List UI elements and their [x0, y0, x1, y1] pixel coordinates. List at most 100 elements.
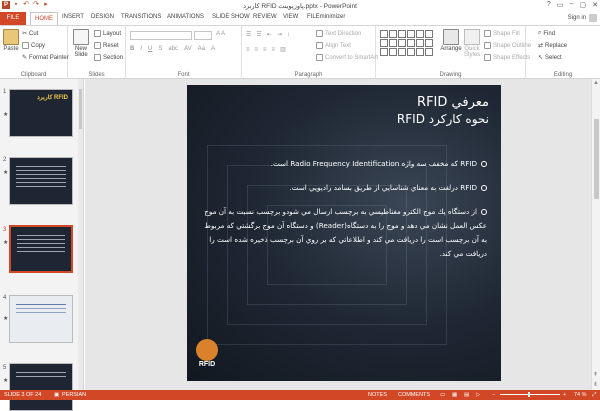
align-text-button[interactable]: Align Text [316, 42, 351, 49]
font-size-buttons[interactable]: A A [216, 31, 225, 37]
shape-icon[interactable] [407, 30, 415, 38]
shape-icon[interactable] [398, 30, 406, 38]
zoom-level[interactable]: 74 % [574, 392, 587, 398]
tab-view[interactable]: VIEW [283, 14, 298, 20]
new-slide-button[interactable]: New Slide [70, 29, 92, 58]
scrollbar-thumb[interactable] [79, 89, 82, 129]
arrange-button[interactable]: Arrange [440, 29, 462, 52]
notes-button[interactable]: NOTES [368, 392, 387, 398]
shape-icon[interactable] [416, 48, 424, 56]
transition-star-icon: ★ [3, 112, 9, 118]
slide-thumbnail-3[interactable] [9, 225, 73, 273]
language-indicator[interactable]: PERSIAN [62, 392, 86, 398]
shape-effects-button[interactable]: Shape Effects [484, 54, 530, 61]
close-button[interactable]: ✕ [592, 1, 598, 9]
copy-button[interactable]: Copy [22, 42, 45, 49]
fit-slide-icon[interactable]: ⤢ [592, 392, 596, 399]
avatar[interactable] [589, 14, 597, 22]
slide-bullet-2[interactable]: RFID درلغت به معناي شناسايي از طريق بسام… [201, 181, 487, 195]
format-painter-button[interactable]: ✎ Format Painter [22, 54, 69, 62]
shape-outline-button[interactable]: Shape Outline [484, 42, 531, 49]
tab-review[interactable]: REVIEW [253, 14, 277, 20]
reset-button[interactable]: Reset [94, 42, 119, 49]
alignment-buttons[interactable]: ≡ ≡ ≡ ≡ ▥ [246, 46, 286, 54]
shape-icon[interactable] [416, 39, 424, 47]
smartart-button[interactable]: Convert to SmartArt [316, 54, 378, 61]
tab-home[interactable]: HOME [30, 12, 58, 25]
shape-icon[interactable] [389, 30, 397, 38]
scrollbar-thumb[interactable] [594, 119, 599, 199]
spelling-icon[interactable]: ▣ [54, 392, 59, 398]
thumbnail-scrollbar[interactable] [78, 79, 83, 390]
minimize-button[interactable]: − [569, 1, 573, 9]
current-slide[interactable]: معرفي RFID نحوه كاركرد RFID RFID که مخفف… [187, 85, 501, 381]
tab-design[interactable]: DESIGN [91, 14, 114, 20]
maximize-button[interactable]: ▢ [580, 1, 587, 9]
slide-position: SLIDE 3 OF 24 [4, 392, 42, 398]
tab-insert[interactable]: INSERT [62, 14, 84, 20]
list-buttons[interactable]: ☰ ☰ ⇤ ⇥ ↕ [246, 31, 290, 39]
slide-thumbnail-pane[interactable]: 1 ★ کاربرد RFID 2 ★ 3 ★ 4 ★ 5 ★ [0, 79, 84, 411]
zoom-slider[interactable] [500, 394, 560, 395]
shape-icon[interactable] [389, 39, 397, 47]
slide-subtitle[interactable]: نحوه كاركرد RFID [397, 112, 489, 126]
tab-slide-show[interactable]: SLIDE SHOW [212, 14, 250, 20]
slide-thumbnail-4[interactable] [9, 295, 73, 343]
signin-link[interactable]: Sign in [568, 15, 586, 21]
shape-icon[interactable] [380, 30, 388, 38]
shape-icon[interactable] [380, 48, 388, 56]
shape-icon[interactable] [425, 30, 433, 38]
canvas-scrollbar[interactable]: ▲ ⇞ ⇟ [591, 79, 600, 390]
font-group-label: Font [177, 72, 190, 78]
slide-thumbnail-2[interactable] [9, 157, 73, 205]
shape-icon[interactable] [380, 39, 388, 47]
slide-bullet-1[interactable]: RFID که مخفف سه واژه Radio Frequency Ide… [201, 157, 487, 171]
font-name-box[interactable] [130, 31, 192, 40]
shape-icon[interactable] [425, 48, 433, 56]
cut-button[interactable]: ✂ Cut [22, 30, 38, 38]
shape-icon[interactable] [398, 48, 406, 56]
slide-title[interactable]: معرفي RFID [417, 95, 489, 110]
slide-thumbnail-5[interactable] [9, 363, 73, 411]
text-direction-button[interactable]: Text Direction [316, 30, 361, 37]
replace-button[interactable]: ⇄ Replace [538, 42, 567, 50]
tab-animations[interactable]: ANIMATIONS [167, 14, 204, 20]
shapes-gallery[interactable] [380, 30, 436, 60]
zoom-in-icon[interactable]: + [563, 392, 566, 398]
layout-button[interactable]: Layout [94, 30, 121, 37]
shape-icon[interactable] [416, 30, 424, 38]
quick-styles-icon [464, 29, 480, 45]
comments-button[interactable]: COMMENTS [398, 392, 430, 398]
shape-icon[interactable] [407, 39, 415, 47]
help-button[interactable]: ? [547, 1, 551, 9]
paste-button[interactable]: Paste [2, 29, 20, 52]
section-button[interactable]: Section [94, 54, 123, 61]
prev-slide-icon[interactable]: ⇞ [593, 371, 598, 378]
shape-icon[interactable] [398, 39, 406, 47]
shape-icon[interactable] [407, 48, 415, 56]
reading-view-icon[interactable]: ▤ [464, 392, 469, 398]
shape-icon[interactable] [425, 39, 433, 47]
zoom-slider-thumb[interactable] [528, 392, 530, 397]
tab-fileminimizer[interactable]: FILEminimizer [307, 14, 345, 20]
font-size-box[interactable] [194, 31, 212, 40]
next-slide-icon[interactable]: ⇟ [593, 381, 598, 388]
tab-transitions[interactable]: TRANSITIONS [121, 14, 161, 20]
slide-bullet-3[interactable]: از دستگاه يك موج الكترو مغناطيسي به برچس… [201, 205, 487, 261]
shape-icon[interactable] [389, 48, 397, 56]
font-format-buttons[interactable]: B I U Sabc AV Aa A [130, 46, 215, 52]
scroll-up-icon[interactable]: ▲ [593, 80, 599, 86]
select-button[interactable]: ↖ Select [538, 54, 562, 62]
shape-effects-icon [484, 54, 491, 61]
zoom-out-icon[interactable]: − [492, 392, 495, 398]
slideshow-view-icon[interactable]: ▷ [476, 392, 480, 398]
quick-styles-button[interactable]: Quick Styles [462, 29, 482, 58]
find-button[interactable]: ⌕ Find [538, 30, 555, 37]
slide-thumbnail-1[interactable]: کاربرد RFID [9, 89, 73, 137]
slide-editing-canvas[interactable]: معرفي RFID نحوه كاركرد RFID RFID که مخفف… [85, 79, 591, 390]
ribbon-display-button[interactable]: ▭ [557, 1, 564, 9]
shape-fill-button[interactable]: Shape Fill [484, 30, 520, 37]
slide-sorter-icon[interactable]: ▦ [452, 392, 457, 398]
normal-view-icon[interactable]: ▭ [440, 392, 445, 398]
tab-file[interactable]: FILE [0, 12, 26, 25]
